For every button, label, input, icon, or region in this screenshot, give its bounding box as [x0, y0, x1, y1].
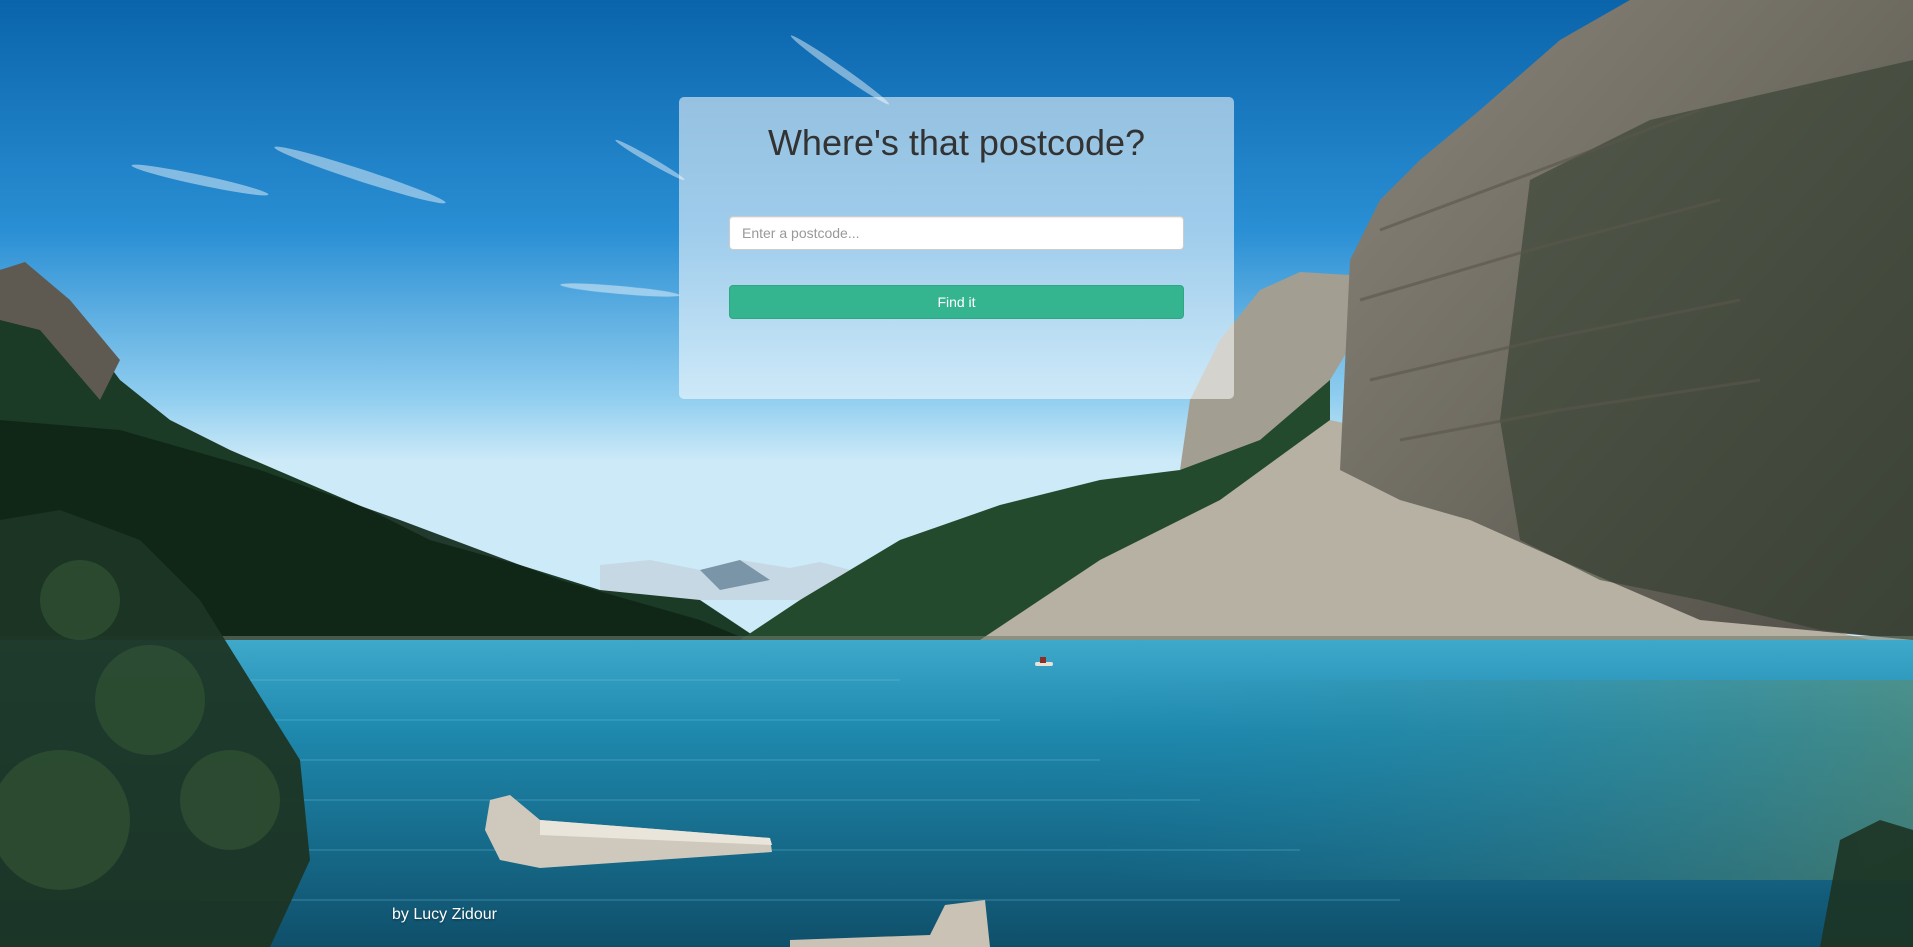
page-title: Where's that postcode? [767, 122, 1146, 163]
search-card: Where's that postcode? Find it [679, 97, 1234, 399]
find-it-button[interactable]: Find it [729, 285, 1184, 319]
postcode-input[interactable] [729, 216, 1184, 250]
photo-credit: by Lucy Zidour [392, 906, 497, 923]
